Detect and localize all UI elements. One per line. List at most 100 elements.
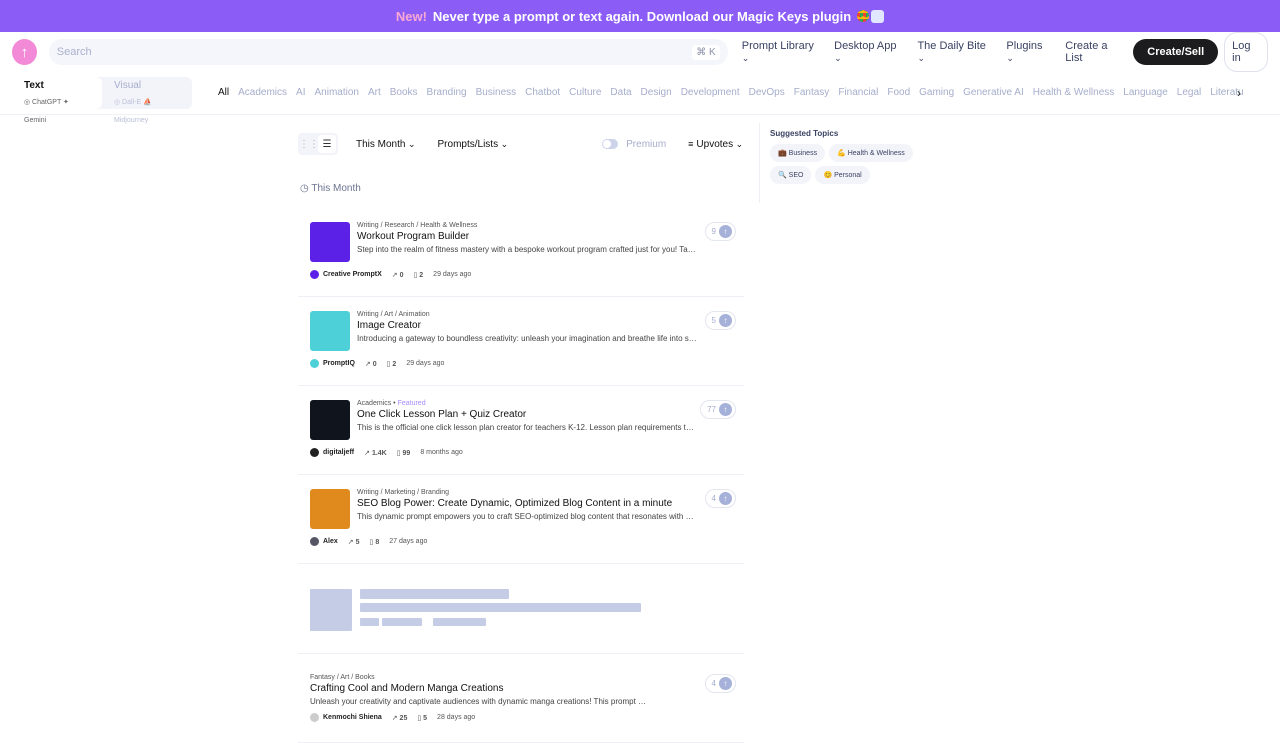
prompt-list: Writing / Research / Health & Wellness W…: [298, 208, 744, 564]
period-dropdown[interactable]: This Month: [356, 139, 416, 150]
category-tab[interactable]: Fantasy: [794, 87, 830, 98]
category-tab[interactable]: Academics: [238, 87, 287, 98]
card-thumbnail: [310, 400, 350, 440]
nav-daily-bite[interactable]: The Daily Bite: [917, 40, 990, 64]
nav-plugins[interactable]: Plugins: [1006, 40, 1049, 64]
card-meta: Alex ↗ 5 ▯ 8 27 days ago: [310, 529, 732, 546]
card-categories: Writing / Marketing / Branding: [357, 489, 450, 496]
premium-toggle[interactable]: [602, 139, 619, 149]
shortcut-hint: ⌘ K: [692, 44, 720, 60]
card-thumbnail: [310, 311, 350, 351]
nav-prompt-library[interactable]: Prompt Library: [742, 40, 818, 64]
card-author[interactable]: Alex: [310, 537, 338, 546]
card-categories: Writing / Art / Animation: [357, 311, 430, 318]
category-tab[interactable]: Development: [681, 87, 740, 98]
card-description: Introducing a gateway to boundless creat…: [357, 334, 697, 343]
card-author[interactable]: digitaljeff: [310, 448, 354, 457]
prompt-card[interactable]: Writing / Research / Health & Wellness W…: [298, 208, 744, 297]
mode-text[interactable]: Text ◎ ChatGPT ✦ Gemini: [12, 76, 102, 124]
category-tab[interactable]: Food: [887, 87, 910, 98]
create-sell-button[interactable]: Create/Sell: [1133, 39, 1219, 65]
chevron-right-icon[interactable]: ›: [1237, 86, 1241, 100]
arrow-up-icon: ↑: [719, 314, 732, 327]
category-tab[interactable]: Financial: [838, 87, 878, 98]
category-tab[interactable]: Design: [641, 87, 672, 98]
category-tab[interactable]: Health & Wellness: [1033, 87, 1115, 98]
author-name: Creative PromptX: [323, 271, 382, 278]
header: ↑ ⌘ K Prompt Library Desktop App The Dai…: [0, 32, 1280, 72]
category-tab[interactable]: Business: [476, 87, 517, 98]
saves-count: ▯ 2: [413, 271, 424, 279]
card-title[interactable]: Crafting Cool and Modern Manga Creations: [310, 683, 732, 694]
card-title[interactable]: Workout Program Builder: [310, 231, 732, 242]
logo-icon[interactable]: ↑: [12, 39, 37, 65]
prompt-card[interactable]: Writing / Marketing / Branding SEO Blog …: [298, 475, 744, 564]
list-view-icon[interactable]: ☰: [318, 135, 336, 153]
category-bar: Text ◎ ChatGPT ✦ Gemini Visual ◎ Dall-E ⛵ …: [0, 71, 1280, 124]
promo-banner[interactable]: New! Never type a prompt or text again. …: [0, 0, 1280, 32]
prompt-card[interactable]: Academics • Featured One Click Lesson Pl…: [298, 386, 744, 475]
category-tab[interactable]: Chatbot: [525, 87, 560, 98]
category-tab[interactable]: Legal: [1177, 87, 1201, 98]
category-tab[interactable]: Gaming: [919, 87, 954, 98]
prompt-card[interactable]: Fantasy / Art / Books Crafting Cool and …: [298, 654, 744, 743]
upvote-button[interactable]: 4 ↑: [704, 489, 736, 508]
category-tab[interactable]: Branding: [427, 87, 467, 98]
category-tab[interactable]: Data: [610, 87, 631, 98]
upvote-button[interactable]: 77 ↑: [700, 400, 736, 419]
upvote-button[interactable]: 4 ↑: [704, 674, 736, 693]
upvote-button[interactable]: 5 ↑: [704, 311, 736, 330]
card-time: 8 months ago: [420, 449, 463, 456]
category-tab[interactable]: DevOps: [749, 87, 785, 98]
upvote-button[interactable]: 9 ↑: [704, 222, 736, 241]
category-tab[interactable]: Art: [368, 87, 381, 98]
avatar: [310, 270, 319, 279]
category-tab[interactable]: All: [218, 87, 229, 98]
nav-desktop-app[interactable]: Desktop App: [834, 40, 901, 64]
topic-health-wellness[interactable]: 💪 Health & Wellness: [829, 144, 913, 162]
card-author[interactable]: PromptIQ: [310, 359, 355, 368]
card-time: 29 days ago: [406, 360, 445, 367]
search-bar[interactable]: ⌘ K: [48, 39, 728, 65]
grid-view-icon[interactable]: ⋮⋮: [299, 135, 319, 153]
author-name: Alex: [323, 538, 338, 545]
category-tab[interactable]: Language: [1123, 87, 1168, 98]
category-tab[interactable]: Animation: [314, 87, 358, 98]
category-tab[interactable]: Books: [390, 87, 418, 98]
mode-text-label: Text: [24, 79, 44, 91]
mode-visual[interactable]: Visual ◎ Dall-E ⛵ Midjourney: [102, 77, 192, 124]
card-meta: Creative PromptX ↗ 0 ▯ 2 29 days ago: [310, 262, 732, 279]
card-author[interactable]: Creative PromptX: [310, 270, 382, 279]
toolbar: ⋮⋮ ☰ This Month Prompts/Lists Premium ≡ …: [298, 131, 744, 157]
mode-visual-models: ◎ Dall-E ⛵ Midjourney: [114, 98, 152, 124]
card-author[interactable]: Kenmochi Shiena: [310, 713, 382, 722]
login-button[interactable]: Log in: [1224, 32, 1269, 72]
vote-count: 4: [711, 679, 716, 688]
topic-business[interactable]: 💼 Business: [770, 144, 826, 162]
card-title[interactable]: SEO Blog Power: Create Dynamic, Optimize…: [310, 498, 732, 509]
mode-switch: Text ◎ ChatGPT ✦ Gemini Visual ◎ Dall-E ⛵ …: [12, 76, 192, 124]
prompt-card[interactable]: Writing / Art / Animation Image Creator …: [298, 297, 744, 386]
category-tab[interactable]: Culture: [569, 87, 601, 98]
uses-count: ↗ 0: [364, 360, 377, 368]
sort-dropdown[interactable]: Upvotes: [696, 139, 743, 150]
clock-icon: ◷: [300, 183, 309, 194]
banner-text: Never type a prompt or text again. Downl…: [432, 8, 852, 24]
topic-personal[interactable]: 😊 Personal: [815, 166, 870, 184]
vote-count: 77: [707, 405, 716, 414]
category-tab[interactable]: AI: [296, 87, 305, 98]
nav-create-list[interactable]: Create a List: [1065, 40, 1123, 64]
topic-seo[interactable]: 🔍 SEO: [770, 166, 812, 184]
card-title[interactable]: One Click Lesson Plan + Quiz Creator: [310, 409, 732, 420]
search-input[interactable]: [56, 46, 199, 58]
avatar: [310, 359, 319, 368]
section-title: This Month: [311, 183, 361, 194]
type-dropdown[interactable]: Prompts/Lists: [438, 139, 509, 150]
arrow-up-icon: ↑: [719, 677, 732, 690]
arrow-up-icon: ↑: [719, 492, 732, 505]
saves-count: ▯ 99: [396, 449, 411, 457]
category-tab[interactable]: Generative AI: [963, 87, 1024, 98]
card-title[interactable]: Image Creator: [310, 320, 732, 331]
mode-visual-label: Visual: [114, 79, 142, 91]
avatar: [310, 537, 319, 546]
